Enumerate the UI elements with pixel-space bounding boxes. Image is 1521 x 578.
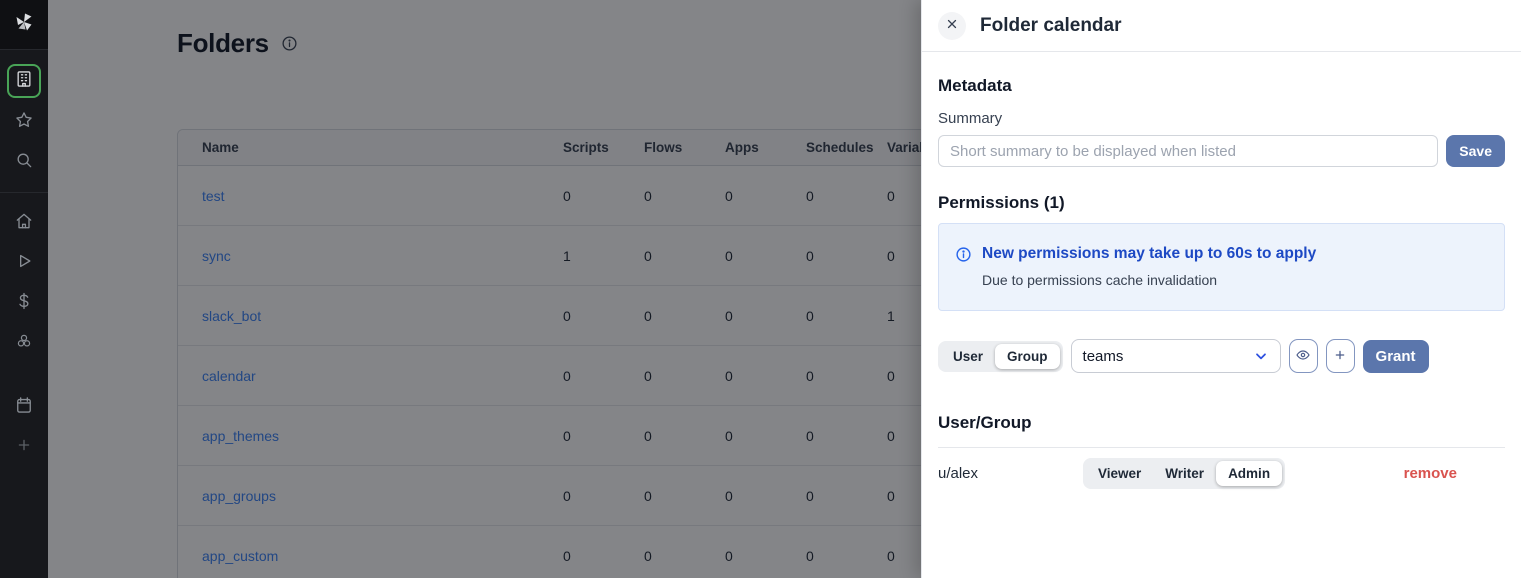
plus-icon xyxy=(14,435,34,460)
summary-label: Summary xyxy=(938,110,1505,127)
permissions-alert: New permissions may take up to 60s to ap… xyxy=(938,223,1505,311)
toggle-option-user[interactable]: User xyxy=(941,344,995,369)
search-icon xyxy=(14,150,34,175)
toggle-option-group[interactable]: Group xyxy=(995,344,1060,369)
sidebar-item-logo[interactable] xyxy=(0,0,48,50)
sidebar-item-runs[interactable] xyxy=(8,247,40,279)
group-select-value: teams xyxy=(1083,348,1124,365)
permission-entry-id: u/alex xyxy=(938,465,1083,482)
folder-drawer: Folder calendar Metadata Summary Save Pe… xyxy=(921,0,1521,578)
group-select[interactable]: teams xyxy=(1071,339,1281,373)
sidebar-item-more[interactable] xyxy=(8,431,40,463)
sidebar-item-variables[interactable] xyxy=(8,287,40,319)
sidebar-item-home[interactable] xyxy=(8,207,40,239)
eye-icon xyxy=(1295,347,1311,366)
permissions-heading: Permissions (1) xyxy=(938,193,1505,213)
user-group-toggle: User Group xyxy=(938,341,1063,372)
info-icon xyxy=(955,246,972,263)
sidebar-divider xyxy=(0,192,48,193)
chevron-down-icon xyxy=(1253,348,1269,364)
close-button[interactable] xyxy=(938,12,966,40)
drawer-header: Folder calendar xyxy=(922,0,1521,52)
circles-icon xyxy=(14,331,34,356)
sidebar xyxy=(0,0,48,578)
preview-permissions-button[interactable] xyxy=(1289,339,1318,373)
home-icon xyxy=(14,211,34,236)
sidebar-item-search[interactable] xyxy=(8,146,40,178)
plus-icon xyxy=(1332,347,1348,366)
metadata-heading: Metadata xyxy=(938,76,1505,96)
star-icon xyxy=(14,110,34,135)
sidebar-item-favorites[interactable] xyxy=(8,106,40,138)
user-group-list-heading: User/Group xyxy=(938,413,1505,433)
close-icon xyxy=(945,17,959,34)
role-option-writer[interactable]: Writer xyxy=(1153,461,1216,486)
alert-title: New permissions may take up to 60s to ap… xyxy=(982,245,1316,263)
role-toggle: Viewer Writer Admin xyxy=(1083,458,1285,489)
role-option-viewer[interactable]: Viewer xyxy=(1086,461,1153,486)
calendar-icon xyxy=(14,395,34,420)
drawer-title: Folder calendar xyxy=(980,15,1122,37)
windmill-logo-icon xyxy=(12,10,36,39)
play-icon xyxy=(14,251,34,276)
remove-permission-link[interactable]: remove xyxy=(1404,465,1457,482)
sidebar-item-folders[interactable] xyxy=(7,64,41,98)
add-group-button[interactable] xyxy=(1326,339,1355,373)
sidebar-item-resources[interactable] xyxy=(8,327,40,359)
sidebar-item-schedules[interactable] xyxy=(8,391,40,423)
summary-input[interactable] xyxy=(938,135,1438,167)
role-option-admin[interactable]: Admin xyxy=(1216,461,1282,486)
dollar-icon xyxy=(14,291,34,316)
alert-subtitle: Due to permissions cache invalidation xyxy=(982,272,1488,288)
building-icon xyxy=(14,69,34,94)
permission-entry: u/alex Viewer Writer Admin remove xyxy=(938,448,1505,499)
grant-button[interactable]: Grant xyxy=(1363,340,1429,373)
save-button[interactable]: Save xyxy=(1446,135,1505,167)
